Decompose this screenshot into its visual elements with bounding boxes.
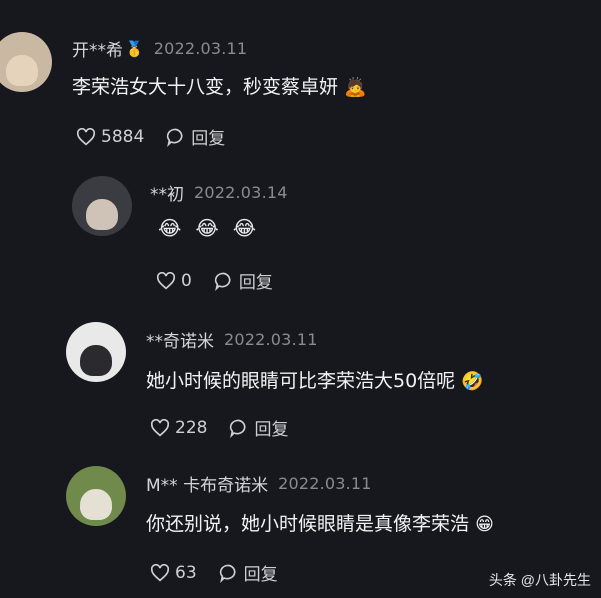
like-count: 5884 xyxy=(101,126,145,147)
username[interactable]: 开**希 xyxy=(72,36,123,61)
reply-button[interactable]: 回复 xyxy=(229,415,288,440)
chat-bubble-icon xyxy=(167,128,183,147)
comment-date: 2022.03.11 xyxy=(278,474,372,493)
reply-label: 回复 xyxy=(254,420,289,440)
like-button[interactable]: 0 xyxy=(156,271,192,291)
comment-text-content: 她小时候的眼睛可比李荣浩大50倍呢 xyxy=(146,370,456,392)
heart-icon xyxy=(150,418,170,436)
comment-date: 2022.03.11 xyxy=(224,330,318,349)
watermark: 头条 @八卦先生 xyxy=(488,572,591,588)
rolling-laughing-emoji-icon: 🤣 xyxy=(461,371,484,392)
like-count: 0 xyxy=(181,270,192,291)
laughing-tears-emoji-icon: 😂 xyxy=(158,216,182,240)
heart-icon xyxy=(156,271,176,289)
laughing-tears-emoji-icon: 😂 xyxy=(195,216,219,240)
username[interactable]: **奇诺米 xyxy=(146,327,214,352)
bowing-emoji-icon: 🙇 xyxy=(344,77,367,98)
comment-text: 她小时候的眼睛可比李荣浩大50倍呢 🤣 xyxy=(146,366,484,393)
comment-text-content: 李荣浩女大十八变，秒变蔡卓妍 xyxy=(72,76,339,98)
like-count: 63 xyxy=(175,562,197,583)
username[interactable]: M** 卡布奇诺米 xyxy=(146,471,268,496)
chat-bubble-icon xyxy=(230,419,246,438)
chat-bubble-icon xyxy=(219,564,236,583)
reply-label: 回复 xyxy=(243,565,278,585)
emoji-row: 😂 😂 😂 xyxy=(158,216,256,240)
like-button[interactable]: 63 xyxy=(150,563,197,583)
reply-button[interactable]: 回复 xyxy=(219,560,278,585)
heart-icon xyxy=(76,127,96,145)
avatar[interactable] xyxy=(72,176,132,236)
heart-icon xyxy=(150,563,170,581)
reply-label: 回复 xyxy=(191,129,226,149)
avatar[interactable] xyxy=(66,466,126,526)
comment-date: 2022.03.14 xyxy=(194,183,288,202)
avatar[interactable] xyxy=(66,322,126,382)
avatar[interactable] xyxy=(0,32,52,92)
laughing-tears-emoji-icon: 😂 xyxy=(232,216,257,240)
comment-text: 李荣浩女大十八变，秒变蔡卓妍 🙇 xyxy=(72,72,366,99)
grinning-emoji-icon: 😁 xyxy=(475,514,494,535)
like-button[interactable]: 5884 xyxy=(76,127,144,147)
comment-date: 2022.03.11 xyxy=(153,39,248,58)
comment-text-content: 你还别说，她小时候眼睛是真像李荣浩 xyxy=(146,513,470,535)
comment-text: 你还别说，她小时候眼睛是真像李荣浩 😁 xyxy=(146,509,494,536)
reply-button[interactable]: 回复 xyxy=(214,268,273,293)
reply-button[interactable]: 回复 xyxy=(166,124,225,149)
reply-label: 回复 xyxy=(238,273,273,293)
username[interactable]: **初 xyxy=(150,180,184,205)
chat-bubble-icon xyxy=(214,272,231,291)
medal-icon: 🥇 xyxy=(125,39,144,58)
like-count: 228 xyxy=(175,417,208,438)
like-button[interactable]: 228 xyxy=(150,418,207,438)
